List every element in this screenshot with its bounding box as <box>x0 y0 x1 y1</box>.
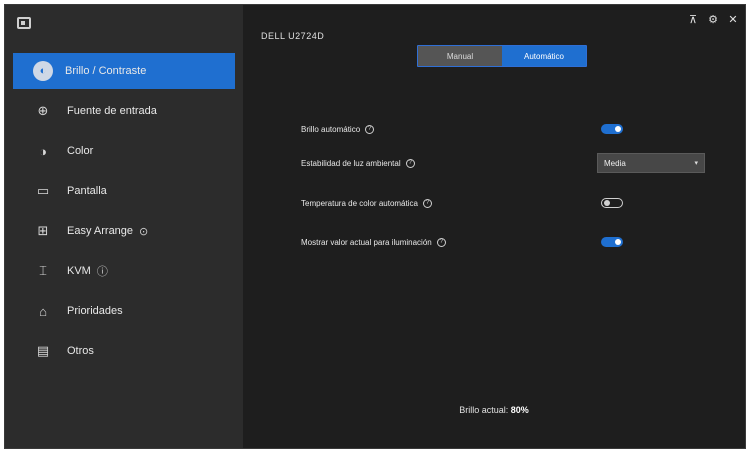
info-icon: ⓘ <box>96 266 108 278</box>
help-icon[interactable]: ? <box>436 237 446 247</box>
main-panel: DELL U2724D ⊼ ⚙ ✕ Manual Automático Bril… <box>243 5 745 448</box>
sidebar-item-label: Easy Arrange <box>67 225 134 237</box>
tab-manual[interactable]: Manual <box>418 46 502 66</box>
sidebar-item-label: Pantalla <box>67 185 107 197</box>
others-icon: ▤ <box>36 343 50 358</box>
tab-automatic[interactable]: Automático <box>502 46 586 66</box>
setting-label: Estabilidad de luz ambiental <box>301 158 401 168</box>
gear-icon[interactable]: ⚙ <box>707 13 719 26</box>
current-brightness-value: 80% <box>510 405 529 415</box>
setting-label: Mostrar valor actual para iluminación <box>301 237 432 247</box>
chevron-down-icon: ▾ <box>694 160 698 167</box>
auto-color-temp-toggle[interactable] <box>601 198 623 208</box>
sidebar-item-display[interactable]: ▭ Pantalla <box>13 173 235 209</box>
current-brightness-readout: Brillo actual: 80% <box>243 405 745 415</box>
display-icon: ▭ <box>36 183 50 198</box>
app-logo-icon <box>17 17 31 29</box>
pin-icon[interactable]: ⊼ <box>687 13 699 26</box>
input-source-icon: ⊕ <box>37 103 49 118</box>
home-icon: ⌂ <box>39 303 47 319</box>
setting-label: Brillo automático <box>301 124 361 134</box>
setting-row-auto-color-temp: Temperatura de color automática ? <box>301 193 701 213</box>
sidebar: ◐ Brillo / Contraste ⊕ Fuente de entrada… <box>5 5 243 448</box>
color-icon: ◑ <box>39 143 47 159</box>
setting-row-show-current-value: Mostrar valor actual para iluminación ? <box>301 232 701 252</box>
sidebar-item-label: Prioridades <box>67 305 123 317</box>
window-controls: ⊼ ⚙ ✕ <box>687 13 739 26</box>
help-icon[interactable]: ? <box>422 198 432 208</box>
brightness-icon: ◐ <box>33 61 53 81</box>
sidebar-item-brightness[interactable]: ◐ Brillo / Contraste <box>13 53 235 89</box>
show-current-value-toggle[interactable] <box>601 237 623 247</box>
mode-segmented-control: Manual Automático <box>417 45 587 67</box>
sidebar-item-others[interactable]: ▤ Otros <box>13 333 235 369</box>
sidebar-item-easy-arrange[interactable]: ⊞ Easy Arrange ⊙ <box>13 213 235 249</box>
sidebar-item-label: Color <box>67 145 94 157</box>
sidebar-item-input-source[interactable]: ⊕ Fuente de entrada <box>13 93 235 129</box>
setting-label: Temperatura de color automática <box>301 198 418 208</box>
sidebar-item-color[interactable]: ◑ Color <box>13 133 235 169</box>
sidebar-item-label: Otros <box>67 345 94 357</box>
sidebar-item-kvm[interactable]: ⌶ KVM ⓘ <box>13 253 235 289</box>
help-icon[interactable]: ? <box>405 158 415 168</box>
close-icon[interactable]: ✕ <box>727 13 739 26</box>
sidebar-item-label: Fuente de entrada <box>67 105 157 117</box>
help-icon[interactable]: ? <box>365 124 375 134</box>
setting-row-auto-brightness: Brillo automático ? <box>301 119 701 139</box>
current-brightness-label: Brillo actual: <box>459 405 509 415</box>
clock-icon: ⊙ <box>139 225 149 238</box>
easy-arrange-icon: ⊞ <box>37 223 49 238</box>
auto-brightness-toggle[interactable] <box>601 124 623 134</box>
sidebar-item-label: KVM <box>67 265 91 277</box>
sidebar-item-priorities[interactable]: ⌂ Prioridades <box>13 293 235 329</box>
monitor-title: DELL U2724D <box>261 31 325 41</box>
sidebar-nav: ◐ Brillo / Contraste ⊕ Fuente de entrada… <box>13 53 235 373</box>
sidebar-item-label: Brillo / Contraste <box>65 65 147 77</box>
app-window: ◐ Brillo / Contraste ⊕ Fuente de entrada… <box>4 4 746 449</box>
ambient-stability-select[interactable]: Media ▾ <box>597 153 705 173</box>
kvm-icon: ⌶ <box>39 263 47 278</box>
select-value: Media <box>604 158 626 168</box>
